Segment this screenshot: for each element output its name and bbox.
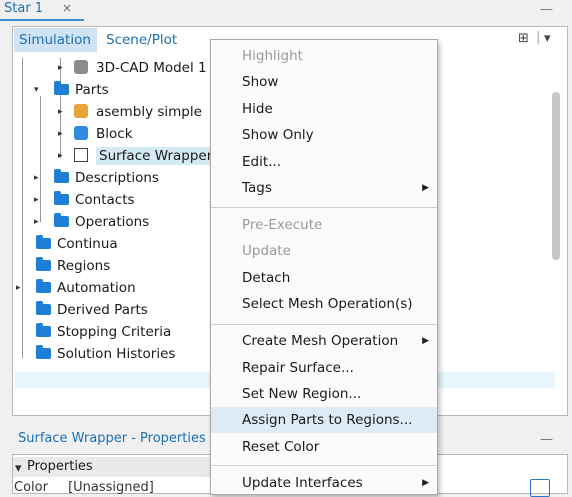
tree-node-parts[interactable]: ▾ Parts [34, 80, 109, 100]
tree-node-cad-model[interactable]: ▸ 3D-CAD Model 1 [58, 58, 207, 78]
hierarchy-icon[interactable]: ⊞ [518, 31, 529, 46]
menu-item-create-mesh-operation[interactable]: Create Mesh Operation ▶ [211, 328, 437, 354]
tree-node-automation[interactable]: ▸ Automation [16, 278, 136, 298]
menu-separator [211, 324, 437, 325]
tree-node-surface-wrapper[interactable]: ▸ Surface Wrapper [58, 146, 216, 166]
divider: | [536, 30, 541, 45]
menu-item-edit[interactable]: Edit... [211, 149, 437, 175]
menu-item-repair-surface[interactable]: Repair Surface... [211, 355, 437, 381]
expand-arrow-icon[interactable]: ▸ [34, 190, 39, 210]
folder-icon [36, 345, 51, 359]
tab-underline [0, 19, 84, 21]
close-icon[interactable]: × [62, 1, 72, 15]
tree-node-label: Derived Parts [57, 302, 148, 318]
menu-item-highlight: Highlight [242, 48, 303, 64]
folder-icon [36, 279, 51, 293]
tree-node-regions[interactable]: Regions [24, 256, 110, 276]
folder-icon [54, 213, 69, 227]
menu-item-assign-parts-to-regions[interactable]: Assign Parts to Regions... [211, 407, 437, 433]
tree-node-label: Stopping Criteria [57, 324, 172, 340]
view-menu-icon[interactable]: ▾ [544, 31, 551, 46]
expand-arrow-icon[interactable]: ▸ [58, 58, 63, 78]
tree-line [22, 58, 23, 358]
menu-item-hide[interactable]: Hide [211, 96, 437, 122]
folder-icon [54, 81, 69, 95]
submenu-arrow-icon: ▶ [422, 183, 429, 193]
minimize-icon[interactable]: — [540, 432, 554, 447]
tree-node-label: Block [96, 126, 133, 142]
tree-node-stopping-criteria[interactable]: Stopping Criteria [24, 322, 171, 342]
menu-separator [211, 465, 437, 466]
tree-node-label: 3D-CAD Model 1 [96, 60, 207, 76]
tree-node-block[interactable]: ▸ Block [58, 124, 133, 144]
expand-arrow-icon[interactable]: ▸ [58, 146, 63, 166]
folder-icon [36, 257, 51, 271]
folder-icon [54, 191, 69, 205]
collapse-arrow-icon[interactable]: ▾ [34, 80, 39, 100]
property-edit-button[interactable] [530, 479, 550, 497]
property-label: Color [14, 480, 48, 495]
tree-node-asembly[interactable]: ▸ asembly simple [58, 102, 202, 122]
cad-icon [74, 60, 88, 74]
menu-item-pre-execute: Pre-Execute [242, 217, 323, 233]
tree-node-descriptions[interactable]: ▸ Descriptions [34, 168, 159, 188]
tree-node-label: Regions [57, 258, 111, 274]
tab-simulation-label: Simulation [19, 32, 91, 48]
tree-node-label: Parts [75, 82, 109, 98]
expand-arrow-icon[interactable]: ▸ [58, 102, 63, 122]
tree-node-label: Surface Wrapper [96, 147, 216, 165]
tree-node-label: Descriptions [75, 170, 159, 186]
tab-scene-plot[interactable]: Scene/Plot [100, 28, 190, 52]
tree-node-label: Automation [57, 280, 136, 296]
wrapper-icon [74, 148, 88, 162]
tree-node-label: Continua [57, 236, 118, 252]
tab-title: Star 1 [4, 1, 44, 16]
folder-icon [36, 323, 51, 337]
tab-scene-plot-label: Scene/Plot [106, 32, 178, 48]
tree-node-label: Contacts [75, 192, 135, 208]
folder-icon [54, 169, 69, 183]
menu-item-show-only[interactable]: Show Only [211, 122, 437, 148]
menu-item-update-interfaces[interactable]: Update Interfaces ▶ [211, 470, 437, 496]
expand-arrow-icon[interactable]: ▸ [16, 278, 21, 298]
tree-toolbar: ⊞ | ▾ [518, 30, 562, 49]
assembly-icon [74, 104, 88, 118]
folder-icon [36, 235, 51, 249]
tree-node-label: Operations [75, 214, 150, 230]
tree-node-continua[interactable]: Continua [24, 234, 118, 254]
menu-item-set-new-region[interactable]: Set New Region... [211, 381, 437, 407]
menu-item-update: Update [242, 243, 291, 259]
menu-item-select-mesh-operations[interactable]: Select Mesh Operation(s) [211, 291, 437, 317]
menu-item-tags[interactable]: Tags ▶ [211, 175, 437, 201]
editor-tab[interactable]: Star 1 × [0, 0, 90, 20]
tab-simulation[interactable]: Simulation [14, 28, 97, 52]
scrollbar-thumb[interactable] [552, 92, 560, 260]
expand-arrow-icon[interactable]: ▸ [34, 168, 39, 188]
submenu-arrow-icon: ▶ [422, 336, 429, 346]
tree-node-label: Solution Histories [57, 346, 176, 362]
menu-item-reset-color[interactable]: Reset Color [211, 434, 437, 460]
submenu-arrow-icon: ▶ [422, 478, 429, 488]
expand-arrow-icon[interactable]: ▸ [58, 124, 63, 144]
minimize-icon[interactable]: — [540, 2, 553, 17]
tree-node-label: asembly simple [96, 104, 202, 120]
menu-separator [211, 207, 437, 208]
expand-arrow-icon[interactable]: ▸ [34, 212, 39, 232]
properties-section-header[interactable]: ▾ Properties [13, 457, 213, 477]
context-menu: Highlight Show Hide Show Only Edit... Ta… [210, 39, 438, 495]
properties-section-label: Properties [27, 459, 93, 474]
menu-item-detach[interactable]: Detach [211, 265, 437, 291]
folder-icon [36, 301, 51, 315]
block-icon [74, 126, 88, 140]
tree-node-solution-histories[interactable]: Solution Histories [24, 344, 175, 364]
collapse-arrow-icon[interactable]: ▾ [15, 461, 22, 476]
tree-node-contacts[interactable]: ▸ Contacts [34, 190, 135, 210]
properties-title: Surface Wrapper - Properties [18, 431, 206, 446]
tree-node-operations[interactable]: ▸ Operations [34, 212, 150, 232]
property-value: [Unassigned] [68, 480, 154, 495]
menu-item-show[interactable]: Show [211, 69, 437, 95]
tree-node-derived-parts[interactable]: Derived Parts [24, 300, 148, 320]
